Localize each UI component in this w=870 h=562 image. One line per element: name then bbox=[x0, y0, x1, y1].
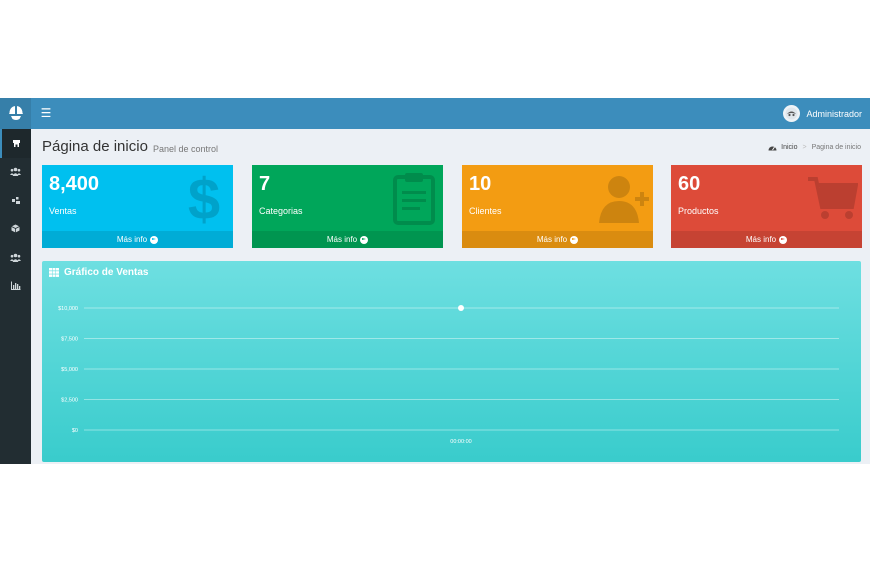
user-menu[interactable]: Administrador bbox=[783, 103, 862, 124]
more-info-link[interactable]: Más info bbox=[671, 231, 862, 248]
sidebar-item-home[interactable] bbox=[0, 129, 31, 158]
logo[interactable] bbox=[0, 98, 31, 129]
bar-chart-icon bbox=[10, 281, 20, 291]
more-info-link[interactable]: Más info bbox=[42, 231, 233, 248]
app-window: ☰ Administrador Página de inicio Panel d… bbox=[0, 98, 870, 464]
y-tick-label: $7,500 bbox=[61, 337, 78, 343]
page-title: Página de inicio bbox=[42, 138, 148, 155]
y-tick-label: $5,000 bbox=[61, 367, 78, 373]
stat-label: Categorias bbox=[259, 206, 303, 216]
stat-label: Ventas bbox=[49, 206, 77, 216]
more-info-label: Más info bbox=[536, 235, 568, 244]
user-avatar-icon bbox=[785, 107, 798, 120]
breadcrumb-home-link[interactable]: Inicio bbox=[781, 144, 797, 151]
user-plus-icon bbox=[599, 176, 649, 223]
dollar-icon: $ bbox=[188, 171, 220, 225]
user-name: Administrador bbox=[806, 108, 862, 119]
page-subtitle: Panel de control bbox=[153, 144, 219, 154]
data-point[interactable] bbox=[458, 305, 464, 311]
users-icon bbox=[10, 167, 21, 177]
sidebar-item-products[interactable] bbox=[0, 215, 31, 244]
stat-value: 7 bbox=[259, 173, 271, 195]
sidebar-toggle-button[interactable]: ☰ bbox=[38, 105, 54, 121]
arrow-circle-right-icon bbox=[779, 235, 788, 244]
chart-header: Gráfico de Ventas bbox=[49, 267, 148, 278]
stat-box-productos: 60 Productos Más info bbox=[671, 165, 862, 248]
arrow-circle-right-icon bbox=[570, 235, 579, 244]
more-info-link[interactable]: Más info bbox=[252, 231, 443, 248]
stat-label: Productos bbox=[678, 206, 719, 216]
clients-icon bbox=[10, 253, 21, 262]
stat-label: Clientes bbox=[469, 206, 502, 216]
stat-box-clientes: 10 Clientes Más info bbox=[462, 165, 653, 248]
sidebar-item-reports[interactable] bbox=[0, 272, 31, 301]
x-tick-label: 00:00:00 bbox=[450, 439, 471, 445]
breadcrumb-separator: > bbox=[802, 144, 807, 151]
sidebar-item-categories[interactable] bbox=[0, 186, 31, 215]
breadcrumb: Inicio > Pagina de inicio bbox=[768, 144, 861, 151]
helmet-icon bbox=[8, 105, 23, 120]
hamburger-icon: ☰ bbox=[40, 106, 52, 120]
stat-value: 10 bbox=[469, 173, 492, 195]
y-tick-label: $0 bbox=[72, 428, 78, 434]
grid-icon bbox=[49, 268, 59, 277]
box-icon bbox=[11, 224, 20, 233]
avatar bbox=[783, 105, 801, 122]
dashboard-icon bbox=[768, 146, 777, 151]
clipboard-icon bbox=[393, 173, 435, 225]
more-info-label: Más info bbox=[745, 235, 777, 244]
svg-text:$: $ bbox=[188, 171, 220, 225]
stat-value: 60 bbox=[678, 173, 701, 195]
home-icon bbox=[13, 139, 20, 147]
sales-chart-panel: $0 $2,500 $5,000 $7,500 $10,000 00:00:00 Gráf… bbox=[42, 261, 861, 462]
sidebar-item-users[interactable] bbox=[0, 158, 31, 187]
breadcrumb-current: Pagina de inicio bbox=[811, 144, 861, 151]
stat-value: 8,400 bbox=[49, 173, 100, 195]
chart-title: Gráfico de Ventas bbox=[64, 267, 149, 278]
arrow-circle-right-icon bbox=[360, 235, 369, 244]
y-tick-label: $2,500 bbox=[61, 398, 78, 404]
categories-icon bbox=[11, 196, 20, 204]
stat-box-categorias: 7 Categorias Más info bbox=[252, 165, 443, 248]
arrow-circle-right-icon bbox=[150, 235, 159, 244]
sidebar-item-clients[interactable] bbox=[0, 243, 31, 272]
y-tick-label: $10,000 bbox=[58, 306, 78, 312]
cart-icon bbox=[808, 177, 858, 219]
more-info-label: Más info bbox=[116, 235, 148, 244]
more-info-link[interactable]: Más info bbox=[462, 231, 653, 248]
sales-chart: $0 $2,500 $5,000 $7,500 $10,000 00:00:00 bbox=[58, 305, 839, 445]
stat-box-ventas: 8,400 Ventas $ Más info bbox=[42, 165, 233, 248]
sidebar bbox=[0, 129, 31, 464]
top-navbar: ☰ Administrador bbox=[0, 98, 870, 129]
more-info-label: Más info bbox=[326, 235, 358, 244]
